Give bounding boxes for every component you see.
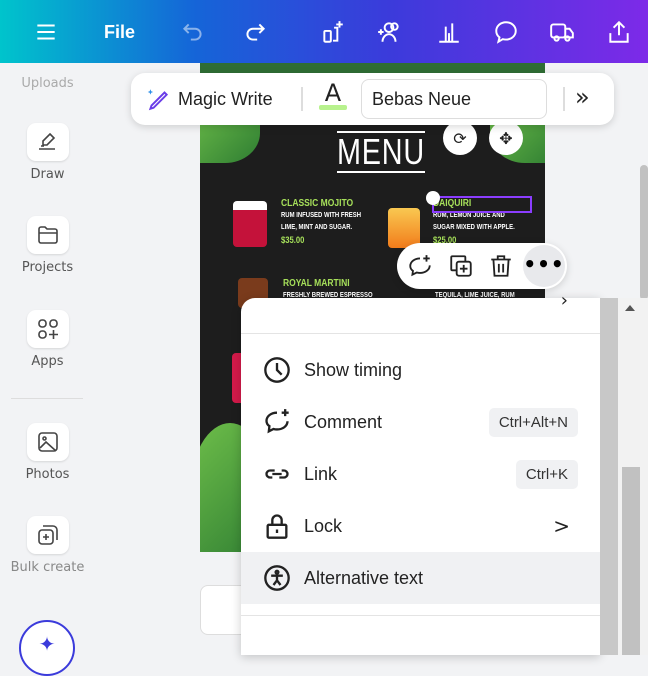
menu-item-label: Show timing: [304, 359, 403, 380]
file-menu-button[interactable]: File: [104, 17, 135, 47]
duplicate-icon[interactable]: [446, 251, 476, 281]
magic-sparkle-icon[interactable]: ✦: [19, 620, 75, 676]
menu-title[interactable]: MENU: [337, 131, 425, 173]
font-color-glyph: A: [324, 79, 342, 107]
comment-add-icon: [265, 409, 289, 434]
menu-divider: [241, 333, 600, 334]
magic-pen-icon: [147, 89, 169, 111]
selection-handle[interactable]: [426, 191, 440, 205]
menu-item-label: Link: [304, 463, 338, 484]
sidebar-item-draw[interactable]: Draw: [0, 123, 95, 182]
menu-item-show-timing[interactable]: Show timing: [241, 344, 600, 396]
scroll-up-arrow-icon[interactable]: [625, 305, 635, 311]
move-icon[interactable]: ✥: [489, 121, 523, 155]
sidebar-item-label: Bulk create: [10, 560, 85, 575]
insights-icon[interactable]: [436, 17, 462, 47]
sidebar: Uploads Draw Projects Apps Photos Bulk c…: [0, 63, 95, 676]
delivery-truck-icon[interactable]: [549, 17, 575, 47]
bulk-create-icon: [26, 516, 69, 554]
sidebar-item-projects[interactable]: Projects: [0, 216, 95, 275]
canvas-scrollbar[interactable]: [640, 165, 648, 300]
sidebar-item-label: Photos: [25, 467, 70, 482]
chevron-right-icon: >: [553, 514, 570, 538]
leaf-decoration: [200, 63, 545, 73]
shortcut-badge: Ctrl+Alt+N: [488, 407, 578, 437]
draw-icon: [26, 123, 69, 161]
menu-icon[interactable]: [33, 17, 59, 47]
menu-item-link[interactable]: Link Ctrl+K: [241, 448, 600, 500]
more-actions-button[interactable]: •••: [523, 245, 565, 287]
magic-resize-icon[interactable]: [320, 17, 346, 47]
menu-item[interactable]: CLASSIC MOJITO RUM INFUSED WITH FRESH LIME…: [281, 198, 361, 246]
chevron-right-icon[interactable]: ›: [561, 290, 568, 311]
menu-scrollbar-track[interactable]: [600, 298, 618, 655]
sidebar-item-bulk-create[interactable]: Bulk create: [0, 516, 95, 575]
menu-item-comment[interactable]: Comment Ctrl+Alt+N: [241, 396, 600, 448]
redo-icon[interactable]: [242, 17, 268, 47]
shortcut-badge: Ctrl+K: [515, 459, 578, 489]
sidebar-divider: [11, 398, 83, 399]
undo-icon[interactable]: [180, 17, 206, 47]
font-color-button[interactable]: A: [319, 79, 347, 110]
apps-icon: [26, 310, 69, 348]
accessibility-icon: [264, 565, 290, 591]
sidebar-item-label: Draw: [30, 167, 65, 182]
magic-write-button[interactable]: Magic Write: [145, 86, 273, 112]
sidebar-item-label: Projects: [21, 260, 74, 275]
share-people-icon[interactable]: [376, 17, 402, 47]
menu-item-label: Alternative text: [304, 567, 424, 588]
magic-write-label: Magic Write: [178, 88, 273, 109]
link-icon: [265, 469, 289, 479]
sidebar-item-apps[interactable]: Apps: [0, 310, 95, 369]
photo-icon: [26, 423, 69, 461]
clock-icon: [264, 357, 290, 383]
menu-item-alternative-text[interactable]: Alternative text: [241, 552, 600, 604]
sidebar-item-label: Apps: [31, 354, 64, 369]
scrollbar-thumb[interactable]: [622, 467, 640, 655]
cocktail-image[interactable]: [388, 208, 420, 248]
toolbar-divider: [301, 87, 303, 111]
sidebar-item-photos[interactable]: Photos: [0, 423, 95, 482]
delete-icon[interactable]: [486, 251, 516, 281]
menu-item-label: Comment: [304, 411, 383, 432]
cocktail-image[interactable]: [233, 201, 267, 247]
font-family-select[interactable]: Bebas Neue: [361, 79, 547, 119]
more-options-icon[interactable]: »: [575, 83, 590, 111]
comment-add-icon[interactable]: [405, 251, 435, 281]
lock-icon: [266, 514, 288, 539]
rotate-icon[interactable]: ⟳: [443, 121, 477, 155]
upload-share-icon[interactable]: [606, 17, 632, 47]
selection-box[interactable]: [432, 196, 532, 213]
more-actions-menu: › Show timing Comment Ctrl+Alt+N Link Ct…: [241, 290, 600, 655]
comment-icon[interactable]: [493, 17, 519, 47]
folder-icon: [26, 216, 69, 254]
text-toolbar: Magic Write A Bebas Neue »: [131, 73, 614, 125]
sidebar-item-uploads[interactable]: Uploads: [0, 76, 95, 91]
element-context-toolbar: •••: [397, 243, 567, 289]
menu-item-lock[interactable]: Lock >: [241, 500, 600, 552]
menu-item-label: Lock: [304, 515, 343, 536]
top-bar: File: [0, 0, 648, 63]
toolbar-divider: [563, 87, 565, 111]
menu-divider: [241, 615, 600, 616]
